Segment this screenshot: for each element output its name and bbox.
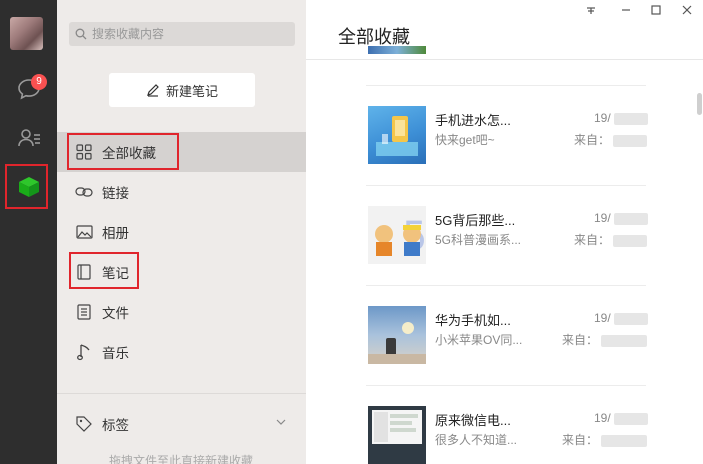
contacts-button[interactable] — [0, 116, 57, 160]
chevron-down-icon — [276, 419, 286, 425]
main-content: 全部收藏 手机进水怎... 快来get吧~ 19/ 来自： 5G背后那些... … — [306, 0, 703, 464]
chat-button[interactable] — [0, 67, 57, 111]
nav-links[interactable]: 链接 — [57, 172, 306, 212]
item-source: 来自： — [574, 231, 648, 248]
item-desc: 5G科普漫画系... — [435, 233, 522, 247]
nav-music[interactable]: 音乐 — [57, 332, 306, 372]
thumbnail-image — [368, 406, 426, 464]
scrollbar-thumb[interactable] — [697, 93, 702, 115]
thumbnail-image: 5 — [368, 206, 426, 264]
panel-divider — [57, 393, 306, 394]
item-date: 19/ — [594, 111, 648, 125]
thumbnail-image — [368, 106, 426, 164]
list-item[interactable]: 5 5G背后那些... 5G科普漫画系... 19/ 来自： — [366, 186, 648, 286]
tags-label: 标签 — [102, 418, 129, 433]
item-desc: 快来get吧~ — [435, 133, 495, 147]
item-desc: 很多人不知道... — [435, 433, 518, 447]
avatar[interactable] — [10, 17, 43, 50]
search-icon — [75, 28, 87, 40]
item-title: 手机进水怎... — [435, 113, 511, 128]
music-icon — [75, 343, 93, 361]
icon-rail: 9 — [0, 0, 57, 464]
nav-label: 文件 — [102, 306, 129, 321]
link-icon — [75, 183, 93, 201]
search-box[interactable] — [69, 22, 295, 46]
nav-label: 链接 — [102, 186, 129, 201]
item-title: 原来微信电... — [435, 413, 511, 428]
tag-icon — [75, 415, 93, 433]
favorites-highlight-box — [5, 164, 48, 209]
category-panel: 新建笔记 全部收藏 链接 相册 — [57, 0, 306, 464]
nav-files[interactable]: 文件 — [57, 292, 306, 332]
thumbnail-image — [368, 306, 426, 364]
new-note-button[interactable]: 新建笔记 — [109, 73, 255, 107]
tags-toggle[interactable]: 标签 — [57, 404, 306, 444]
item-title: 5G背后那些... — [435, 213, 516, 228]
new-note-label: 新建笔记 — [165, 83, 218, 99]
item-date: 19/ — [594, 211, 648, 225]
maximize-icon — [651, 5, 661, 15]
item-desc: 小米苹果OV同... — [435, 333, 523, 347]
list-item[interactable]: 原来微信电... 很多人不知道... 19/ 来自： — [366, 386, 648, 464]
list-item[interactable]: 手机进水怎... 快来get吧~ 19/ 来自： — [366, 86, 648, 186]
image-icon — [75, 223, 93, 241]
unread-badge: 9 — [31, 74, 47, 90]
list-item[interactable]: 华为手机如... 小米苹果OV同... 19/ 来自： — [366, 286, 648, 386]
notes-highlight-box — [69, 252, 139, 289]
close-icon — [682, 5, 692, 15]
item-source: 来自： — [562, 431, 648, 448]
item-date: 19/ — [594, 411, 648, 425]
nav-photos[interactable]: 相册 — [57, 212, 306, 252]
item-source: 来自： — [562, 331, 648, 348]
nav-label: 音乐 — [102, 346, 129, 361]
search-input[interactable] — [92, 27, 282, 41]
item-title: 华为手机如... — [435, 313, 511, 328]
close-button[interactable] — [675, 2, 699, 18]
all-favorites-highlight-box — [67, 133, 179, 170]
item-date: 19/ — [594, 311, 648, 325]
contacts-icon — [17, 129, 40, 147]
pen-icon — [147, 84, 159, 97]
list-item-partial[interactable] — [366, 0, 646, 86]
drop-hint: 拖拽文件至此直接新建收藏 — [109, 454, 254, 464]
maximize-button[interactable] — [644, 2, 668, 18]
thumbnail-image — [368, 46, 426, 54]
item-source: 来自： — [574, 131, 648, 148]
nav-label: 相册 — [102, 226, 129, 241]
file-icon — [75, 303, 93, 321]
